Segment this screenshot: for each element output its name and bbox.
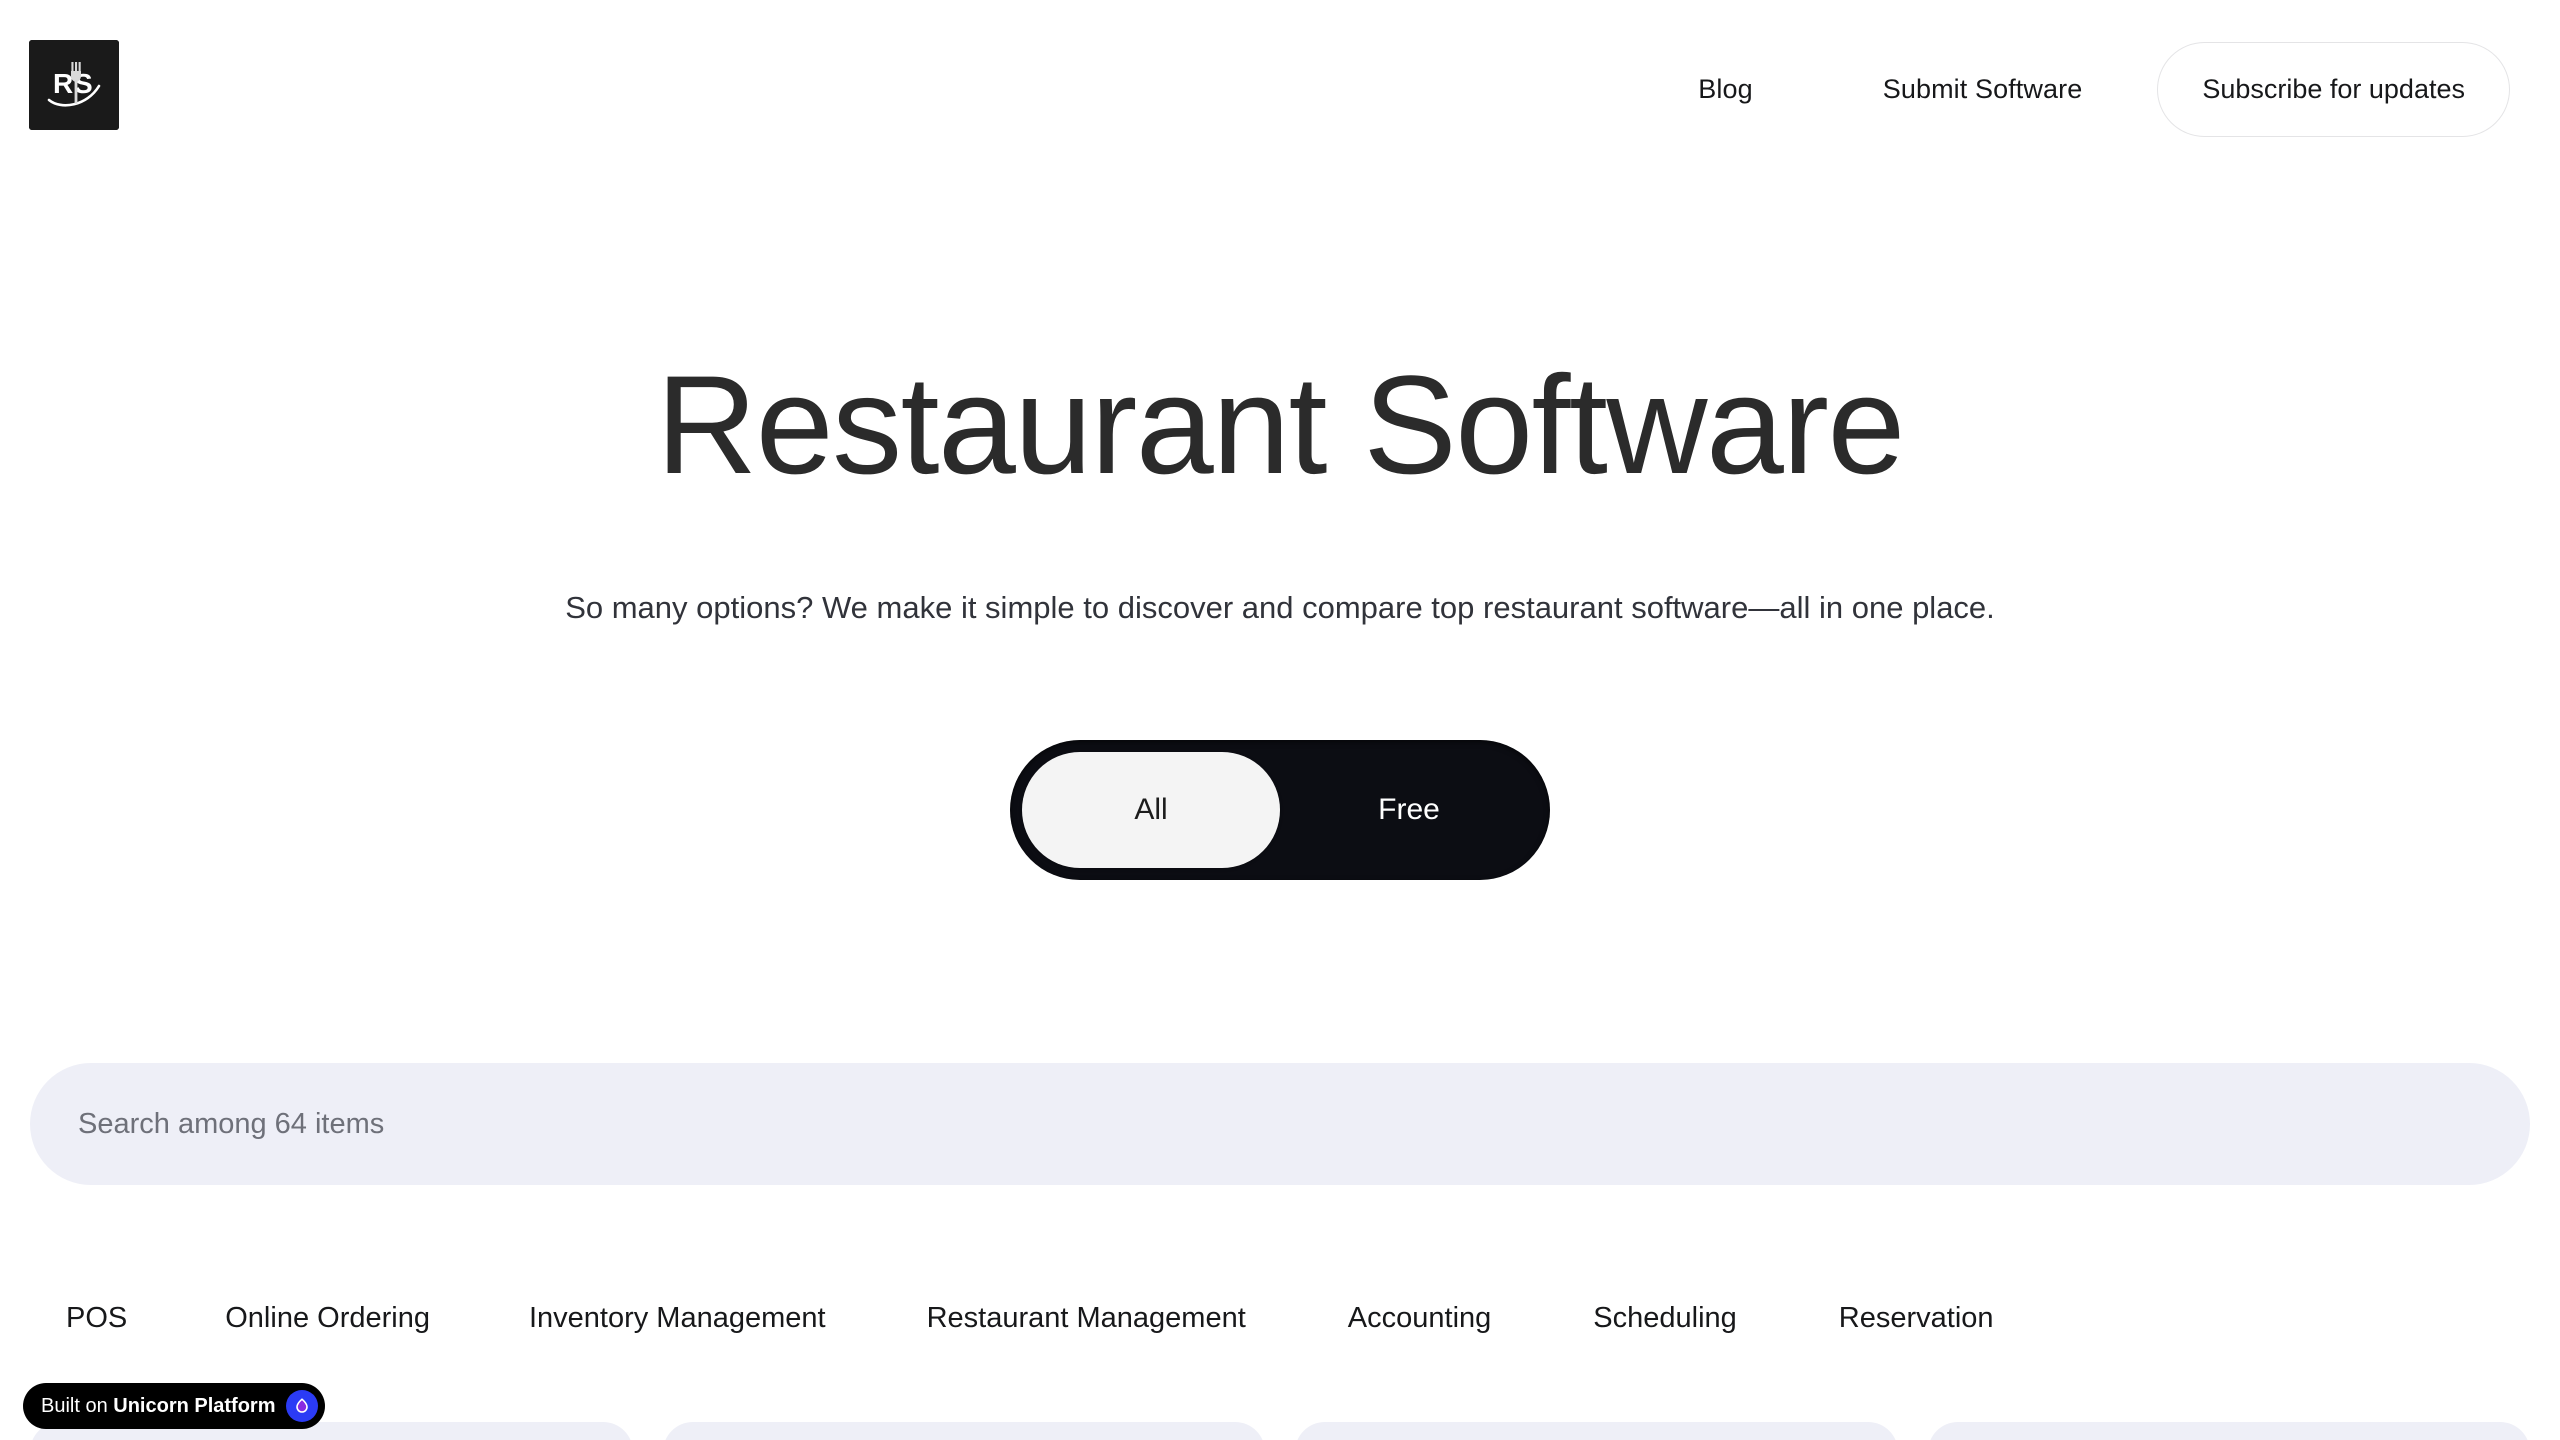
badge-brand: Unicorn Platform	[113, 1395, 276, 1417]
search-input[interactable]	[30, 1063, 2530, 1185]
category-inventory-management[interactable]: Inventory Management	[529, 1303, 826, 1333]
built-on-unicorn-platform-badge[interactable]: Built on Unicorn Platform	[23, 1383, 325, 1429]
badge-label: Built on Unicorn Platform	[41, 1396, 276, 1416]
logo-icon: R S	[29, 40, 119, 130]
nav-link-blog[interactable]: Blog	[1698, 75, 1752, 103]
site-header: R S Blog Submit Software Subscribe for u…	[0, 0, 2560, 180]
nav-link-submit-software[interactable]: Submit Software	[1883, 75, 2083, 103]
software-card-4[interactable]	[1927, 1422, 2530, 1440]
restaurant-software-logo[interactable]: R S	[29, 40, 119, 130]
software-card-grid	[30, 1422, 2530, 1440]
unicorn-platform-icon	[285, 1390, 318, 1422]
category-scheduling[interactable]: Scheduling	[1593, 1303, 1737, 1333]
page-subtitle: So many options? We make it simple to di…	[565, 590, 1995, 625]
pricing-filter-toggle[interactable]: All Free	[1010, 740, 1550, 880]
pricing-filter-toggle-wrapper: All Free	[1010, 740, 1550, 880]
search-bar-wrapper	[30, 1063, 2530, 1185]
toggle-option-free[interactable]: Free	[1280, 752, 1538, 868]
category-online-ordering[interactable]: Online Ordering	[225, 1303, 430, 1333]
software-card-2[interactable]	[662, 1422, 1265, 1440]
category-reservation[interactable]: Reservation	[1839, 1303, 1994, 1333]
category-restaurant-management[interactable]: Restaurant Management	[927, 1303, 1246, 1333]
category-pos[interactable]: POS	[66, 1303, 127, 1333]
category-accounting[interactable]: Accounting	[1348, 1303, 1492, 1333]
badge-prefix: Built on	[41, 1395, 114, 1417]
toggle-option-all[interactable]: All	[1022, 752, 1280, 868]
svg-text:R: R	[53, 68, 73, 99]
category-filter-list: POS Online Ordering Inventory Management…	[0, 1290, 2560, 1346]
primary-navigation: Blog Submit Software Subscribe for updat…	[1698, 41, 2510, 137]
software-card-3[interactable]	[1295, 1422, 1898, 1440]
subscribe-for-updates-button[interactable]: Subscribe for updates	[2157, 41, 2510, 137]
page-title: Restaurant Software	[656, 346, 1905, 503]
